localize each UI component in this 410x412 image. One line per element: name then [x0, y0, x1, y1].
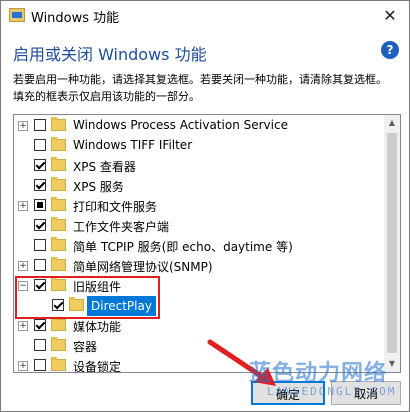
feature-label: Windows Process Activation Service — [73, 118, 288, 132]
scroll-up-icon[interactable]: ▲ — [384, 115, 400, 131]
feature-label: 媒体功能 — [73, 320, 122, 334]
feature-label: 简单 TCPIP 服务(即 echo、daytime 等) — [73, 240, 293, 254]
feature-row[interactable]: + Windows Process Activation Service — [14, 116, 384, 136]
feature-label: 打印和文件服务 — [73, 200, 158, 214]
folder-icon — [51, 137, 66, 151]
feature-label: DirectPlay — [87, 296, 156, 316]
expand-icon[interactable]: + — [18, 261, 28, 271]
feature-checkbox[interactable] — [34, 139, 46, 151]
feature-row[interactable]: XPS 服务 — [14, 176, 384, 196]
folder-icon — [51, 277, 66, 291]
vertical-scrollbar[interactable]: ▲ ▼ — [384, 115, 400, 372]
feature-label: 工作文件夹客户端 — [73, 220, 170, 234]
cancel-button[interactable]: 取消 — [331, 381, 401, 405]
feature-label: 设备锁定 — [73, 360, 122, 373]
feature-checkbox[interactable] — [52, 299, 64, 311]
feature-row[interactable]: 容器 — [14, 336, 384, 356]
feature-checkbox[interactable] — [34, 279, 46, 291]
ok-button[interactable]: 确定 — [251, 381, 325, 405]
feature-label: Windows TIFF IFilter — [73, 138, 193, 152]
windows-features-dialog: Windows 功能 ✕ 启用或关闭 Windows 功能 ? 若要启用一种功能… — [0, 0, 410, 412]
feature-checkbox[interactable] — [34, 259, 46, 271]
feature-checkbox[interactable] — [34, 199, 46, 211]
description-text: 若要启用一种功能，请选择其复选框。若要关闭一种功能，请清除其复选框。填充的框表示… — [13, 73, 387, 103]
title-bar: Windows 功能 ✕ — [1, 1, 409, 31]
feature-row[interactable]: DirectPlay — [14, 296, 384, 316]
scroll-down-icon[interactable]: ▼ — [384, 356, 400, 372]
feature-row[interactable]: + 简单网络管理协议(SNMP) — [14, 256, 384, 276]
feature-row[interactable]: + 打印和文件服务 — [14, 196, 384, 216]
expand-icon[interactable]: + — [18, 321, 28, 331]
feature-tree: + 设备锁定 容器 + 媒体功能 DirectPlay − 旧版组件 + 简单网络管理协议(SNM… — [13, 114, 401, 373]
feature-label: 旧版组件 — [73, 280, 122, 294]
feature-label: XPS 服务 — [73, 180, 124, 194]
expand-icon[interactable]: + — [18, 201, 28, 211]
feature-row[interactable]: XPS 查看器 — [14, 156, 384, 176]
folder-icon — [51, 237, 66, 251]
close-button[interactable]: ✕ — [379, 5, 401, 27]
folder-icon — [51, 357, 66, 371]
folder-icon — [51, 177, 66, 191]
expand-icon[interactable]: + — [18, 361, 28, 371]
folder-icon — [51, 197, 66, 211]
folder-icon — [69, 297, 84, 311]
page-title: 启用或关闭 Windows 功能 — [13, 45, 207, 64]
feature-row[interactable]: + 设备锁定 — [14, 356, 384, 373]
feature-label: XPS 查看器 — [73, 160, 136, 174]
feature-row[interactable]: 简单 TCPIP 服务(即 echo、daytime 等) — [14, 236, 384, 256]
feature-label: 简单网络管理协议(SNMP) — [73, 260, 213, 274]
expand-icon[interactable]: + — [18, 121, 28, 131]
feature-row[interactable]: + 媒体功能 — [14, 316, 384, 336]
folder-icon — [51, 257, 66, 271]
feature-checkbox[interactable] — [34, 219, 46, 231]
feature-row[interactable]: 工作文件夹客户端 — [14, 216, 384, 236]
control-panel-icon — [9, 8, 25, 22]
folder-icon — [51, 337, 66, 351]
feature-checkbox[interactable] — [34, 339, 46, 351]
folder-icon — [51, 157, 66, 171]
folder-icon — [51, 317, 66, 331]
feature-checkbox[interactable] — [34, 239, 46, 251]
feature-row[interactable]: Windows TIFF IFilter — [14, 136, 384, 156]
folder-icon — [51, 117, 66, 131]
feature-label: 容器 — [73, 340, 98, 354]
feature-checkbox[interactable] — [34, 179, 46, 191]
feature-row[interactable]: − 旧版组件 — [14, 276, 384, 296]
folder-icon — [51, 217, 66, 231]
window-title: Windows 功能 — [31, 11, 120, 26]
collapse-icon[interactable]: − — [18, 281, 28, 291]
help-icon[interactable]: ? — [381, 41, 399, 59]
feature-checkbox[interactable] — [34, 159, 46, 171]
feature-checkbox[interactable] — [34, 119, 46, 131]
scroll-thumb[interactable] — [387, 133, 397, 353]
feature-checkbox[interactable] — [34, 319, 46, 331]
feature-checkbox[interactable] — [34, 359, 46, 371]
